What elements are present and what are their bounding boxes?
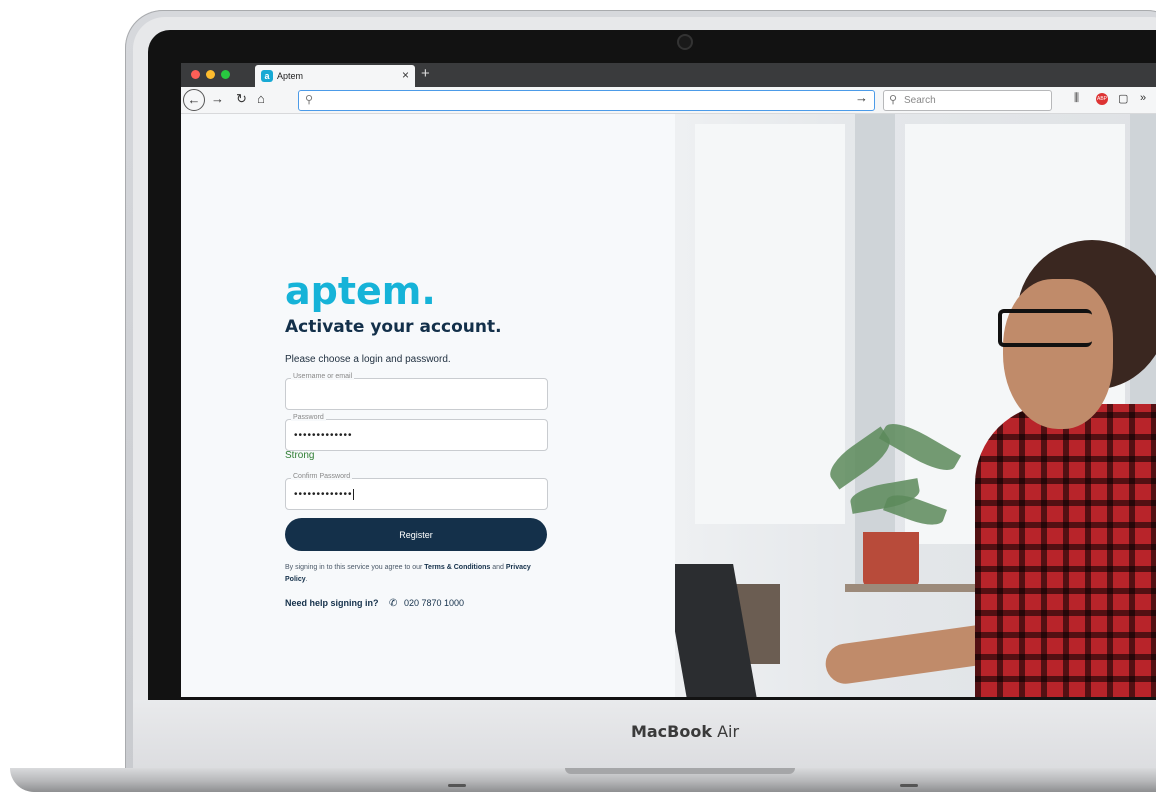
plant-pot	[863, 532, 919, 588]
terms-and: and	[490, 564, 506, 571]
back-icon[interactable]: ←	[183, 89, 205, 111]
terms-text: By signing in to this service you agree …	[285, 562, 547, 586]
laptop-foot	[900, 784, 918, 787]
intro-text: Please choose a login and password.	[285, 354, 451, 365]
password-label: Password	[291, 414, 326, 421]
close-window-button[interactable]	[191, 70, 200, 79]
confirm-password-label: Confirm Password	[291, 473, 353, 480]
terms-suffix: .	[305, 576, 308, 583]
home-icon[interactable]: ⌂	[257, 91, 265, 106]
laptop-foot	[448, 784, 466, 787]
password-strength: Strong	[285, 450, 315, 461]
tab-aptem[interactable]: a Aptem ×	[255, 65, 415, 87]
login-panel: aptem. Activate your account. Please cho…	[181, 114, 675, 697]
lid-opening-notch	[565, 768, 795, 774]
search-icon: ⚲	[305, 94, 314, 106]
minimize-window-button[interactable]	[206, 70, 215, 79]
library-icon[interactable]: ⫼	[1074, 92, 1079, 105]
terms-link[interactable]: Terms & Conditions	[424, 564, 490, 571]
adblock-icon[interactable]: ABP	[1096, 93, 1108, 105]
search-icon: ⚲	[889, 94, 898, 106]
password-field[interactable]: Password •••••••••••••	[285, 414, 548, 451]
phone-icon: ✆	[389, 598, 398, 609]
go-arrow-icon[interactable]: →	[855, 90, 868, 105]
page-title: Activate your account.	[285, 317, 502, 337]
register-button[interactable]: Register	[285, 518, 547, 551]
hero-photo	[675, 114, 1156, 697]
webcam	[679, 36, 691, 48]
new-tab-button[interactable]: +	[421, 65, 430, 82]
search-input[interactable]: ⚲ Search	[883, 90, 1052, 111]
forward-icon[interactable]: →	[211, 91, 224, 106]
terms-prefix: By signing in to this service you agree …	[285, 564, 425, 571]
browser-screen: a Aptem × + ← → ↻ ⌂ ⚲ → ⚲ Search ⫼ ABP ▢…	[181, 63, 1156, 697]
brand-bold: MacBook	[630, 722, 712, 741]
confirm-password-value: •••••••••••••	[294, 489, 354, 500]
password-value: •••••••••••••	[294, 430, 353, 441]
overflow-icon[interactable]: »	[1140, 92, 1146, 104]
username-label: Username or email	[291, 373, 355, 380]
browser-toolbar: ← → ↻ ⌂ ⚲ → ⚲ Search ⫼ ABP ▢ »	[181, 87, 1156, 114]
help-title: Need help signing in?	[285, 598, 379, 608]
username-field[interactable]: Username or email	[285, 373, 548, 410]
search-placeholder: Search	[904, 95, 936, 106]
reload-icon[interactable]: ↻	[236, 91, 247, 107]
sidebar-icon[interactable]: ▢	[1118, 92, 1128, 105]
confirm-password-dots: •••••••••••••	[294, 489, 353, 501]
photo-window	[695, 124, 845, 524]
device-brand-label: MacBook Air	[600, 722, 770, 741]
aptem-logo: aptem.	[285, 269, 436, 313]
tab-bar: a Aptem × +	[181, 63, 1156, 87]
favicon-icon: a	[261, 70, 273, 82]
help-phone[interactable]: 020 7870 1000	[404, 598, 464, 608]
confirm-password-field[interactable]: Confirm Password •••••••••••••	[285, 473, 548, 510]
address-bar[interactable]: ⚲	[298, 90, 875, 111]
text-caret	[352, 489, 354, 500]
brand-light: Air	[717, 722, 740, 741]
person-face	[1003, 279, 1113, 429]
zoom-window-button[interactable]	[221, 70, 230, 79]
photo-window-frame	[855, 114, 895, 584]
person-shirt	[975, 404, 1156, 697]
close-tab-icon[interactable]: ×	[402, 68, 409, 82]
help-line: Need help signing in? ✆ 020 7870 1000	[285, 598, 464, 609]
person-glasses	[998, 309, 1092, 347]
tab-title: Aptem	[277, 71, 304, 81]
